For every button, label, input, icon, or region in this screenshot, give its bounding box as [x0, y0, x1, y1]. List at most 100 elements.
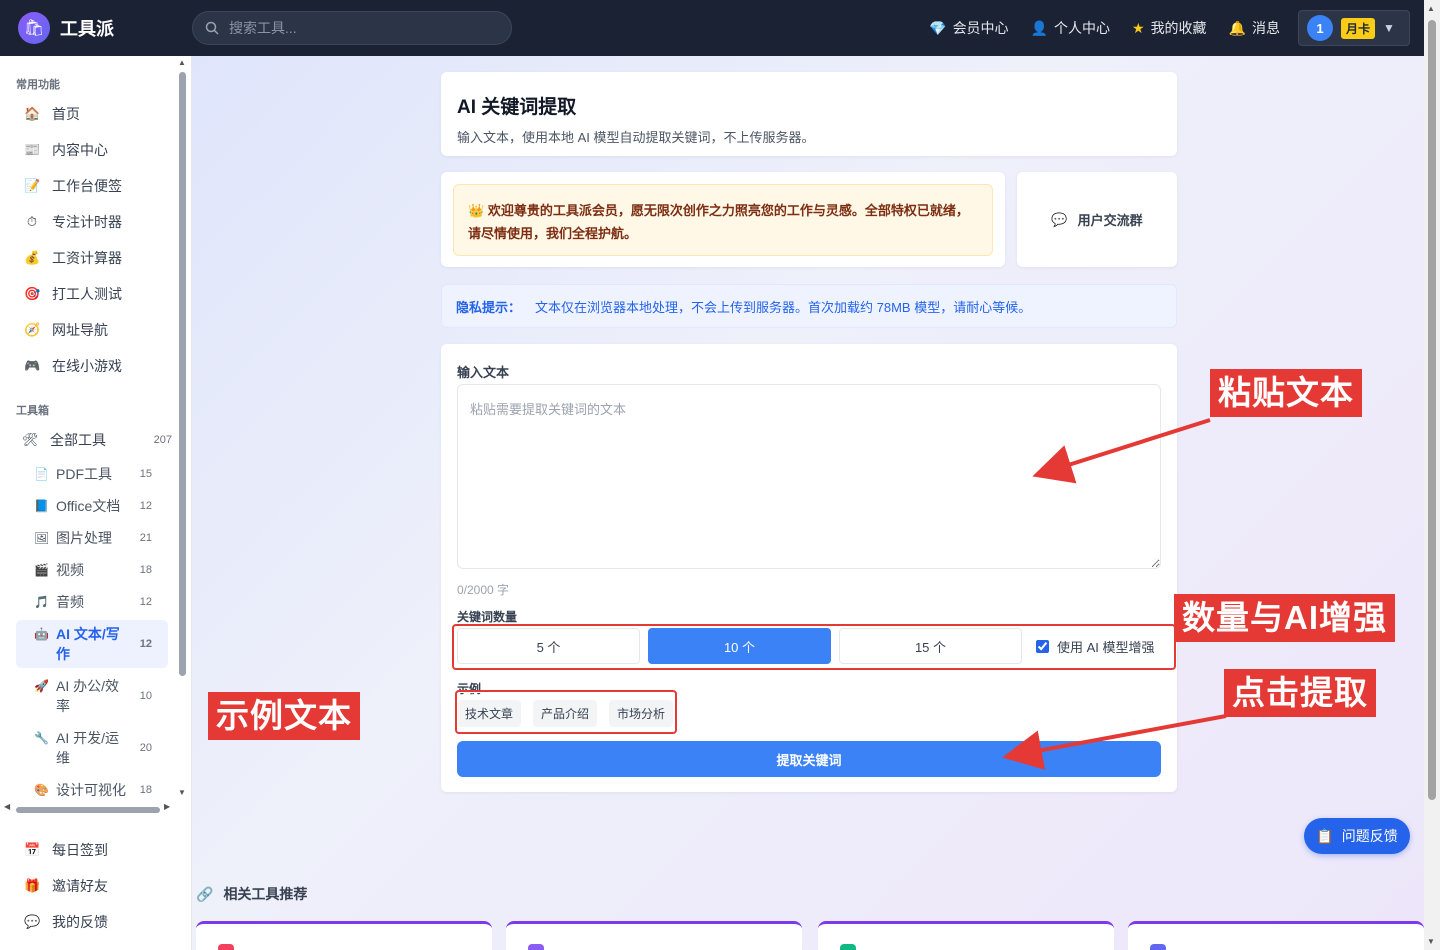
sidebar-item-label: 在线小游戏 — [52, 358, 122, 374]
nav-messages[interactable]: 🔔 消息 — [1229, 18, 1280, 38]
sidebar-item-timer[interactable]: ⏱ 专注计时器 — [24, 212, 122, 232]
welcome-banner: 👑 欢迎尊贵的工具派会员，愿无限次创作之力照亮您的工作与灵感。全部特权已就绪，请… — [453, 184, 993, 256]
text-input[interactable] — [457, 384, 1161, 569]
sidebar-item-feedback[interactable]: 💬 我的反馈 — [24, 912, 108, 932]
tool-card-icon — [218, 944, 234, 950]
tool-count: 15 — [139, 468, 152, 480]
calendar-icon: 📅 — [24, 842, 41, 857]
feedback-button[interactable]: 📋 问题反馈 — [1304, 818, 1410, 854]
tool-count: 20 — [139, 742, 152, 754]
speech-bubble-icon: 💬 — [1051, 211, 1068, 227]
feedback-label: 问题反馈 — [1341, 828, 1398, 844]
page-scrollbar[interactable]: ▲ ▼ — [1424, 0, 1440, 950]
logo-text: 工具派 — [60, 19, 114, 39]
welcome-card: 👑 欢迎尊贵的工具派会员，愿无限次创作之力照亮您的工作与灵感。全部特权已就绪，请… — [441, 172, 1005, 267]
tool-label: 视频 — [56, 562, 84, 578]
sidebar-item-nav[interactable]: 🧭 网址导航 — [24, 320, 108, 340]
sidebar-item-games[interactable]: 🎮 在线小游戏 — [24, 356, 122, 376]
membership-badge: 月卡 — [1341, 17, 1376, 39]
sidebar-vertical-scrollbar[interactable]: ▲ ▼ — [178, 58, 188, 800]
user-group-button[interactable]: 💬 用户交流群 — [1017, 172, 1177, 267]
annotation-label-paste: 粘贴文本 — [1210, 369, 1362, 417]
nav-label: 会员中心 — [952, 20, 1009, 36]
sidebar: 常用功能 🏠 首页 📰 内容中心 📝 工作台便签 ⏱ 专注计时器 💰 工资计算器 🎯 打工人… — [0, 56, 192, 950]
sidebar-item-notes[interactable]: 📝 工作台便签 — [24, 176, 122, 196]
sidebar-item-checkin[interactable]: 📅 每日签到 — [24, 840, 108, 860]
tool-label: 设计可视化 — [56, 782, 126, 798]
scroll-up-icon[interactable]: ▲ — [178, 58, 186, 67]
related-tool-card[interactable] — [196, 921, 492, 950]
scroll-down-icon[interactable]: ▼ — [178, 788, 186, 797]
nav-favorites[interactable]: ★ 我的收藏 — [1132, 18, 1207, 38]
tool-count: 18 — [139, 784, 152, 796]
related-tool-card[interactable] — [818, 921, 1114, 950]
star-icon: ★ — [1132, 19, 1145, 36]
related-title-text: 相关工具推荐 — [223, 886, 308, 902]
sidebar-item-label: 打工人测试 — [52, 286, 122, 302]
scrollbar-thumb[interactable] — [16, 807, 160, 813]
search-icon — [205, 21, 219, 35]
scroll-down-icon[interactable]: ▼ — [1427, 937, 1435, 946]
search-input[interactable] — [229, 20, 489, 36]
tools-icon: 🛠 — [22, 432, 39, 447]
wrench-icon: 🔧 — [34, 731, 49, 745]
sidebar-item-home[interactable]: 🏠 首页 — [24, 104, 80, 124]
user-menu[interactable]: 1 月卡 ▼ — [1298, 10, 1410, 46]
scroll-left-icon[interactable]: ◀ — [4, 802, 10, 811]
privacy-text: 文本仅在浏览器本地处理，不会上传到服务器。首次加载约 78MB 模型，请耐心等候… — [535, 299, 1032, 315]
scroll-right-icon[interactable]: ▶ — [164, 802, 170, 811]
nav-profile[interactable]: 👤 个人中心 — [1031, 18, 1110, 38]
sidebar-item-label: 全部工具 — [50, 432, 106, 448]
nav-label: 消息 — [1252, 20, 1280, 36]
bell-icon: 🔔 — [1228, 19, 1246, 36]
related-tool-card[interactable] — [506, 921, 802, 950]
crown-icon: 👑 — [468, 203, 485, 218]
tool-count: 12 — [139, 596, 152, 608]
tool-item-pdf[interactable]: 📄 PDF工具 15 — [16, 460, 168, 488]
main-content: AI 关键词提取 输入文本，使用本地 AI 模型自动提取关键词，不上传服务器。 … — [192, 56, 1424, 950]
tool-item-video[interactable]: 🎬 视频 18 — [16, 556, 168, 584]
document-icon: 📄 — [34, 467, 49, 481]
avatar: 1 — [1307, 15, 1333, 41]
target-icon: 🎯 — [24, 286, 41, 301]
tool-item-audio[interactable]: 🎵 音频 12 — [16, 588, 168, 616]
related-tools-heading: 🔗 相关工具推荐 — [196, 884, 307, 904]
top-navigation-bar: 🛍 工具派 💎 会员中心 👤 个人中心 ★ 我的收藏 🔔 消息 1 月卡 ▼ — [0, 0, 1440, 56]
sidebar-item-label: 内容中心 — [52, 142, 108, 158]
tool-count: 10 — [139, 690, 152, 702]
sidebar-item-label: 我的反馈 — [52, 914, 108, 930]
extract-button[interactable]: 提取关键词 — [457, 741, 1161, 777]
tool-count: 12 — [139, 500, 152, 512]
logo[interactable]: 🛍 工具派 — [18, 12, 114, 44]
sidebar-horizontal-scrollbar[interactable]: ◀ ▶ — [2, 802, 176, 816]
nav-membership[interactable]: 💎 会员中心 — [929, 18, 1008, 38]
sidebar-item-label: 工资计算器 — [52, 250, 122, 266]
sidebar-item-content[interactable]: 📰 内容中心 — [24, 140, 108, 160]
sidebar-item-all-tools[interactable]: 🛠 全部工具 207 — [22, 430, 172, 450]
tool-item-design[interactable]: 🎨 设计可视化 18 — [16, 776, 168, 804]
music-icon: 🎵 — [34, 595, 49, 609]
tool-item-ai-office[interactable]: 🚀 AI 办公/效率 10 — [16, 672, 168, 720]
sidebar-item-label: 首页 — [52, 106, 80, 122]
sidebar-item-test[interactable]: 🎯 打工人测试 — [24, 284, 122, 304]
tool-count: 207 — [153, 434, 172, 446]
annotation-box-examples — [455, 690, 677, 734]
speech-bubble-icon: 💬 — [24, 914, 41, 929]
nav-label: 个人中心 — [1054, 20, 1110, 36]
related-tool-card[interactable] — [1128, 921, 1424, 950]
sidebar-item-invite[interactable]: 🎁 邀请好友 — [24, 876, 108, 896]
clapper-icon: 🎬 — [34, 563, 49, 577]
scrollbar-thumb[interactable] — [179, 72, 186, 676]
search-box[interactable] — [192, 11, 512, 45]
tool-item-office[interactable]: 📘 Office文档 12 — [16, 492, 168, 520]
sidebar-item-salary[interactable]: 💰 工资计算器 — [24, 248, 122, 268]
tool-item-ai-text[interactable]: 🤖 AI 文本/写作 12 — [16, 620, 168, 668]
scrollbar-thumb[interactable] — [1428, 20, 1436, 800]
tool-item-image[interactable]: 🖼 图片处理 21 — [16, 524, 168, 552]
person-icon: 👤 — [1030, 19, 1048, 36]
tool-count: 18 — [139, 564, 152, 576]
sidebar-item-label: 每日签到 — [52, 842, 108, 858]
page-subtitle: 输入文本，使用本地 AI 模型自动提取关键词，不上传服务器。 — [457, 130, 815, 145]
tool-item-ai-dev[interactable]: 🔧 AI 开发/运维 20 — [16, 724, 168, 772]
scroll-up-icon[interactable]: ▲ — [1427, 4, 1435, 13]
